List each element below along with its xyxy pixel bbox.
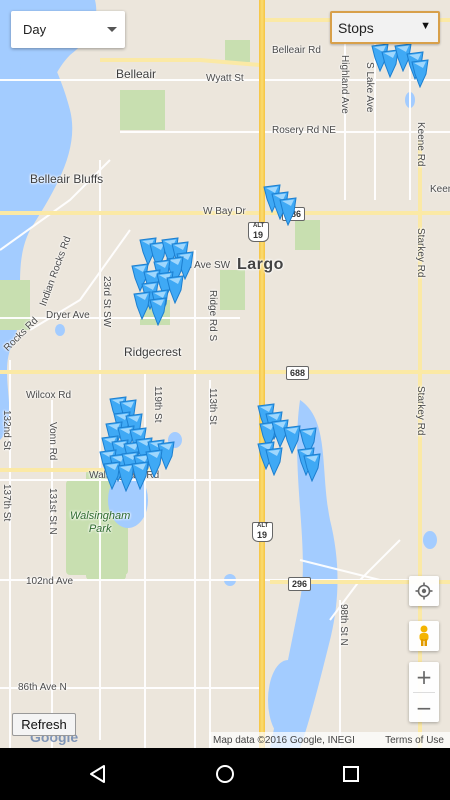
road-label: Wilcox Rd — [26, 390, 72, 401]
zoom-out-button[interactable]: − — [409, 693, 439, 723]
my-location-button[interactable] — [409, 576, 439, 606]
recents-icon[interactable] — [337, 760, 365, 788]
road-label: Keen — [430, 184, 450, 195]
road-label: Dryer Ave — [46, 310, 90, 321]
road-label: 119th St — [152, 386, 163, 423]
day-select[interactable]: Day — [11, 11, 125, 48]
map-base-layer — [0, 0, 450, 748]
stop-marker[interactable] — [264, 446, 284, 477]
stops-select[interactable]: Stops ▼ — [330, 11, 440, 44]
road-label: Keene Rd — [415, 122, 426, 167]
road-label: 23rd St SW — [101, 276, 112, 328]
dropdown-arrow-icon: ▼ — [420, 20, 431, 32]
place-label: Belleair — [116, 67, 157, 81]
map-view[interactable]: Belleair Rd Wyatt St Belleair Rosery Rd … — [0, 0, 450, 748]
road-label: Belleair Rd — [272, 45, 321, 56]
road-label: 137th St — [1, 484, 12, 522]
refresh-button[interactable]: Refresh — [12, 713, 76, 736]
stop-marker[interactable] — [278, 196, 298, 227]
route-shield-688: 688 — [286, 366, 310, 380]
home-icon[interactable] — [211, 760, 239, 788]
stop-marker[interactable] — [410, 58, 430, 89]
day-select-value: Day — [23, 22, 47, 37]
route-shield-alt19: ALT 19 — [248, 222, 270, 242]
street-view-button[interactable] — [409, 621, 439, 651]
park-label: Walsingham Park — [70, 510, 131, 535]
road-label: 102nd Ave — [26, 576, 74, 587]
road-label: 113th St — [207, 388, 218, 425]
road-label: Starkey Rd — [415, 386, 426, 436]
place-label: Belleair Bluffs — [30, 172, 104, 186]
stop-marker[interactable] — [130, 460, 150, 491]
pegman-icon — [419, 625, 429, 646]
crosshair-icon — [415, 582, 433, 600]
route-shield-alt19: ALT 19 — [252, 522, 274, 542]
attribution-text: Map data ©2016 Google, INEGI — [213, 734, 355, 746]
stop-marker[interactable] — [148, 296, 168, 327]
road-label: Wyatt St — [206, 73, 244, 84]
road-label: 86th Ave N — [18, 682, 67, 693]
road-label: 132nd St — [1, 410, 12, 451]
zoom-control: + − — [409, 662, 439, 722]
back-icon[interactable] — [84, 760, 112, 788]
road-label: W Bay Dr — [203, 206, 246, 217]
map-attribution: Map data ©2016 Google, INEGI Terms of Us… — [209, 732, 450, 748]
stops-select-value: Stops — [338, 19, 374, 36]
road-label: 131st St N — [47, 488, 58, 535]
road-label: Ridge Rd S — [207, 290, 218, 342]
road-label: Rosery Rd NE — [272, 125, 336, 136]
chevron-down-icon — [107, 27, 117, 32]
road-label: Vonn Rd — [47, 422, 58, 461]
place-label: Ridgecrest — [124, 345, 182, 359]
zoom-in-button[interactable]: + — [409, 662, 439, 692]
terms-of-use-link[interactable]: Terms of Use — [385, 735, 450, 746]
system-nav-bar — [0, 748, 450, 800]
stop-marker[interactable] — [302, 452, 322, 483]
place-label-largo: Largo — [237, 256, 284, 273]
road-label: Highland Ave — [339, 55, 350, 114]
road-label: Starkey Rd — [415, 228, 426, 278]
route-shield-296: 296 — [288, 577, 312, 591]
road-label: 98th St N — [338, 604, 349, 646]
